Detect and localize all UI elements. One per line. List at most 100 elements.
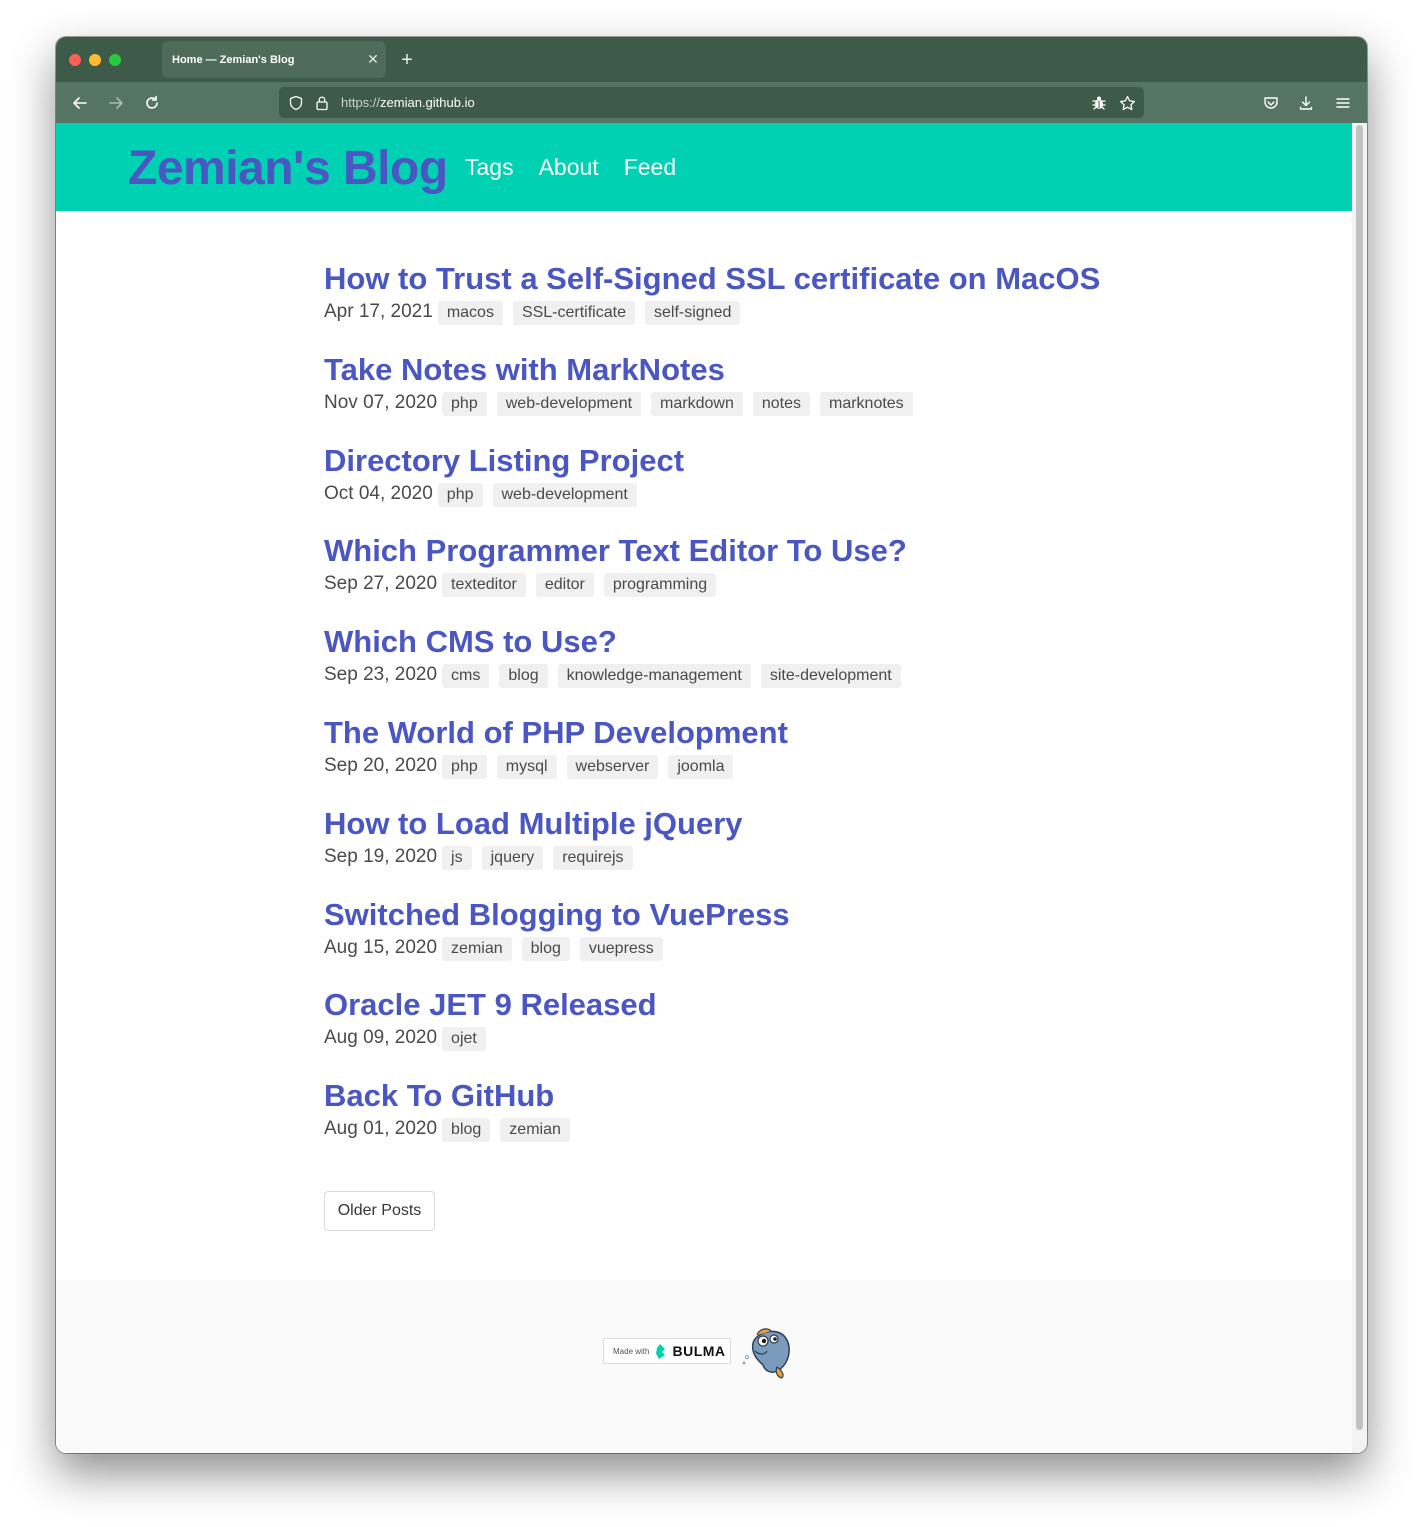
post-title-link[interactable]: Back To GitHub xyxy=(324,1078,1224,1114)
bulma-logo-icon xyxy=(656,1343,666,1359)
post-item: Switched Blogging to VuePress Aug 15, 202… xyxy=(324,897,1224,988)
post-tag[interactable]: notes xyxy=(752,391,810,416)
post-meta: Sep 27, 2020 texteditor editor programming xyxy=(324,571,1224,598)
post-date: Sep 23, 2020 xyxy=(324,664,438,686)
browser-window: Home — Zemian's Blog ✕ + https://zemian.… xyxy=(56,37,1367,1453)
post-title-link[interactable]: Directory Listing Project xyxy=(324,443,1224,479)
nav-link-about[interactable]: About xyxy=(539,154,599,181)
page-viewport: Zemian's Blog Tags About Feed How to Tru… xyxy=(56,123,1352,1453)
post-item: Back To GitHub Aug 01, 2020 blog zemian xyxy=(324,1078,1224,1169)
post-tag[interactable]: vuepress xyxy=(579,936,663,961)
nav-link-feed[interactable]: Feed xyxy=(624,154,676,181)
site-brand-link[interactable]: Zemian's Blog xyxy=(128,141,448,196)
shield-icon[interactable] xyxy=(287,94,305,112)
post-tag[interactable]: SSL-certificate xyxy=(512,301,635,325)
minimize-window-button[interactable] xyxy=(89,54,101,66)
url-text[interactable]: https://zemian.github.io xyxy=(341,95,475,110)
star-icon[interactable] xyxy=(1118,94,1136,112)
arrow-right-icon xyxy=(109,97,123,109)
post-tag[interactable]: cms xyxy=(442,664,490,689)
post-tag[interactable]: web-development xyxy=(496,391,642,416)
new-tab-button[interactable]: + xyxy=(396,49,418,71)
post-tag[interactable]: texteditor xyxy=(442,573,526,598)
post-meta: Aug 01, 2020 blog zemian xyxy=(324,1116,1224,1143)
post-tag[interactable]: self-signed xyxy=(644,301,741,325)
post-tag[interactable]: marknotes xyxy=(819,391,913,416)
post-meta: Oct 04, 2020 php web-development xyxy=(324,481,1224,507)
post-tag[interactable]: js xyxy=(442,845,472,870)
reload-icon xyxy=(146,95,158,109)
nav-link-tags[interactable]: Tags xyxy=(465,154,514,181)
page-scrollbar[interactable] xyxy=(1352,123,1367,1453)
post-date: Sep 20, 2020 xyxy=(324,754,438,776)
post-tag[interactable]: joomla xyxy=(668,754,734,779)
download-icon xyxy=(1299,96,1313,110)
lock-icon[interactable] xyxy=(313,94,331,112)
close-window-button[interactable] xyxy=(69,54,81,66)
post-meta: Aug 09, 2020 ojet xyxy=(324,1025,1224,1052)
post-tag[interactable]: zemian xyxy=(442,936,512,961)
made-with-bulma-badge[interactable]: Made with BULMA xyxy=(603,1338,731,1364)
post-item: How to Trust a Self-Signed SSL certifica… xyxy=(324,261,1224,352)
post-title-link[interactable]: How to Trust a Self-Signed SSL certifica… xyxy=(324,261,1224,297)
post-title-link[interactable]: Switched Blogging to VuePress xyxy=(324,897,1224,933)
post-title-link[interactable]: How to Load Multiple jQuery xyxy=(324,806,1224,842)
post-tag[interactable]: ojet xyxy=(442,1027,486,1052)
hamburger-icon xyxy=(1336,98,1350,108)
post-item: How to Load Multiple jQuery Sep 19, 2020 j… xyxy=(324,806,1224,897)
post-title-link[interactable]: Oracle JET 9 Released xyxy=(324,987,1224,1023)
post-tag[interactable]: blog xyxy=(499,664,548,689)
scrollbar-thumb[interactable] xyxy=(1356,125,1363,1430)
post-tag[interactable]: markdown xyxy=(651,391,743,416)
post-item: Which CMS to Use? Sep 23, 2020 cms blog know… xyxy=(324,624,1224,715)
post-tag[interactable]: blog xyxy=(442,1118,491,1143)
fish-mascot-icon xyxy=(742,1328,790,1379)
post-tag[interactable]: mysql xyxy=(496,754,557,779)
post-tag[interactable]: editor xyxy=(535,573,594,598)
bug-icon[interactable] xyxy=(1090,94,1108,112)
post-tag[interactable]: site-development xyxy=(760,664,901,689)
post-meta: Sep 20, 2020 php mysql webserver joomla xyxy=(324,753,1224,779)
reload-button[interactable] xyxy=(140,91,164,115)
post-title-link[interactable]: The World of PHP Development xyxy=(324,715,1224,751)
post-meta: Nov 07, 2020 php web-development markdown no… xyxy=(324,390,1224,416)
tab-active[interactable]: Home — Zemian's Blog ✕ xyxy=(163,42,385,77)
forward-button[interactable] xyxy=(104,91,128,115)
arrow-left-icon xyxy=(73,97,87,109)
post-item: The World of PHP Development Sep 20, 2020… xyxy=(324,715,1224,806)
post-tag[interactable]: blog xyxy=(521,936,570,961)
post-tag[interactable]: php xyxy=(442,754,487,779)
post-tag[interactable]: php xyxy=(442,391,487,416)
post-title-link[interactable]: Take Notes with MarkNotes xyxy=(324,352,1224,388)
menu-button[interactable] xyxy=(1331,91,1355,115)
post-tag[interactable]: web-development xyxy=(492,482,637,507)
pocket-button[interactable] xyxy=(1259,91,1283,115)
post-tag[interactable]: webserver xyxy=(566,754,659,779)
url-protocol: https:// xyxy=(341,95,381,110)
downloads-button[interactable] xyxy=(1294,91,1318,115)
post-date: Sep 27, 2020 xyxy=(324,573,438,595)
post-tag[interactable]: requirejs xyxy=(553,845,633,870)
post-tag[interactable]: zemian xyxy=(500,1118,570,1143)
made-with-label: Made with xyxy=(613,1346,650,1356)
post-title-link[interactable]: Which Programmer Text Editor To Use? xyxy=(324,533,1224,569)
post-meta: Sep 23, 2020 cms blog knowledge-management s… xyxy=(324,662,1224,689)
tab-close-icon[interactable]: ✕ xyxy=(361,51,385,68)
post-date: Apr 17, 2021 xyxy=(324,301,433,322)
older-posts-button[interactable]: Older Posts xyxy=(324,1191,435,1231)
post-meta: Aug 15, 2020 zemian blog vuepress xyxy=(324,935,1224,961)
post-tag[interactable]: jquery xyxy=(481,845,544,870)
post-date: Aug 09, 2020 xyxy=(324,1027,438,1049)
post-item: Directory Listing Project Oct 04, 2020 php… xyxy=(324,443,1224,534)
post-tag[interactable]: programming xyxy=(603,573,717,598)
site-footer: Made with BULMA xyxy=(56,1280,1352,1453)
post-tag[interactable]: macos xyxy=(437,301,503,325)
post-title-link[interactable]: Which CMS to Use? xyxy=(324,624,1224,660)
url-host: zemian.github.io xyxy=(380,95,475,110)
post-tag[interactable]: knowledge-management xyxy=(557,664,751,689)
back-button[interactable] xyxy=(68,91,92,115)
zoom-window-button[interactable] xyxy=(109,54,121,66)
post-tag[interactable]: php xyxy=(437,482,483,507)
post-date: Sep 19, 2020 xyxy=(324,845,438,867)
url-bar[interactable]: https://zemian.github.io xyxy=(279,87,1144,118)
